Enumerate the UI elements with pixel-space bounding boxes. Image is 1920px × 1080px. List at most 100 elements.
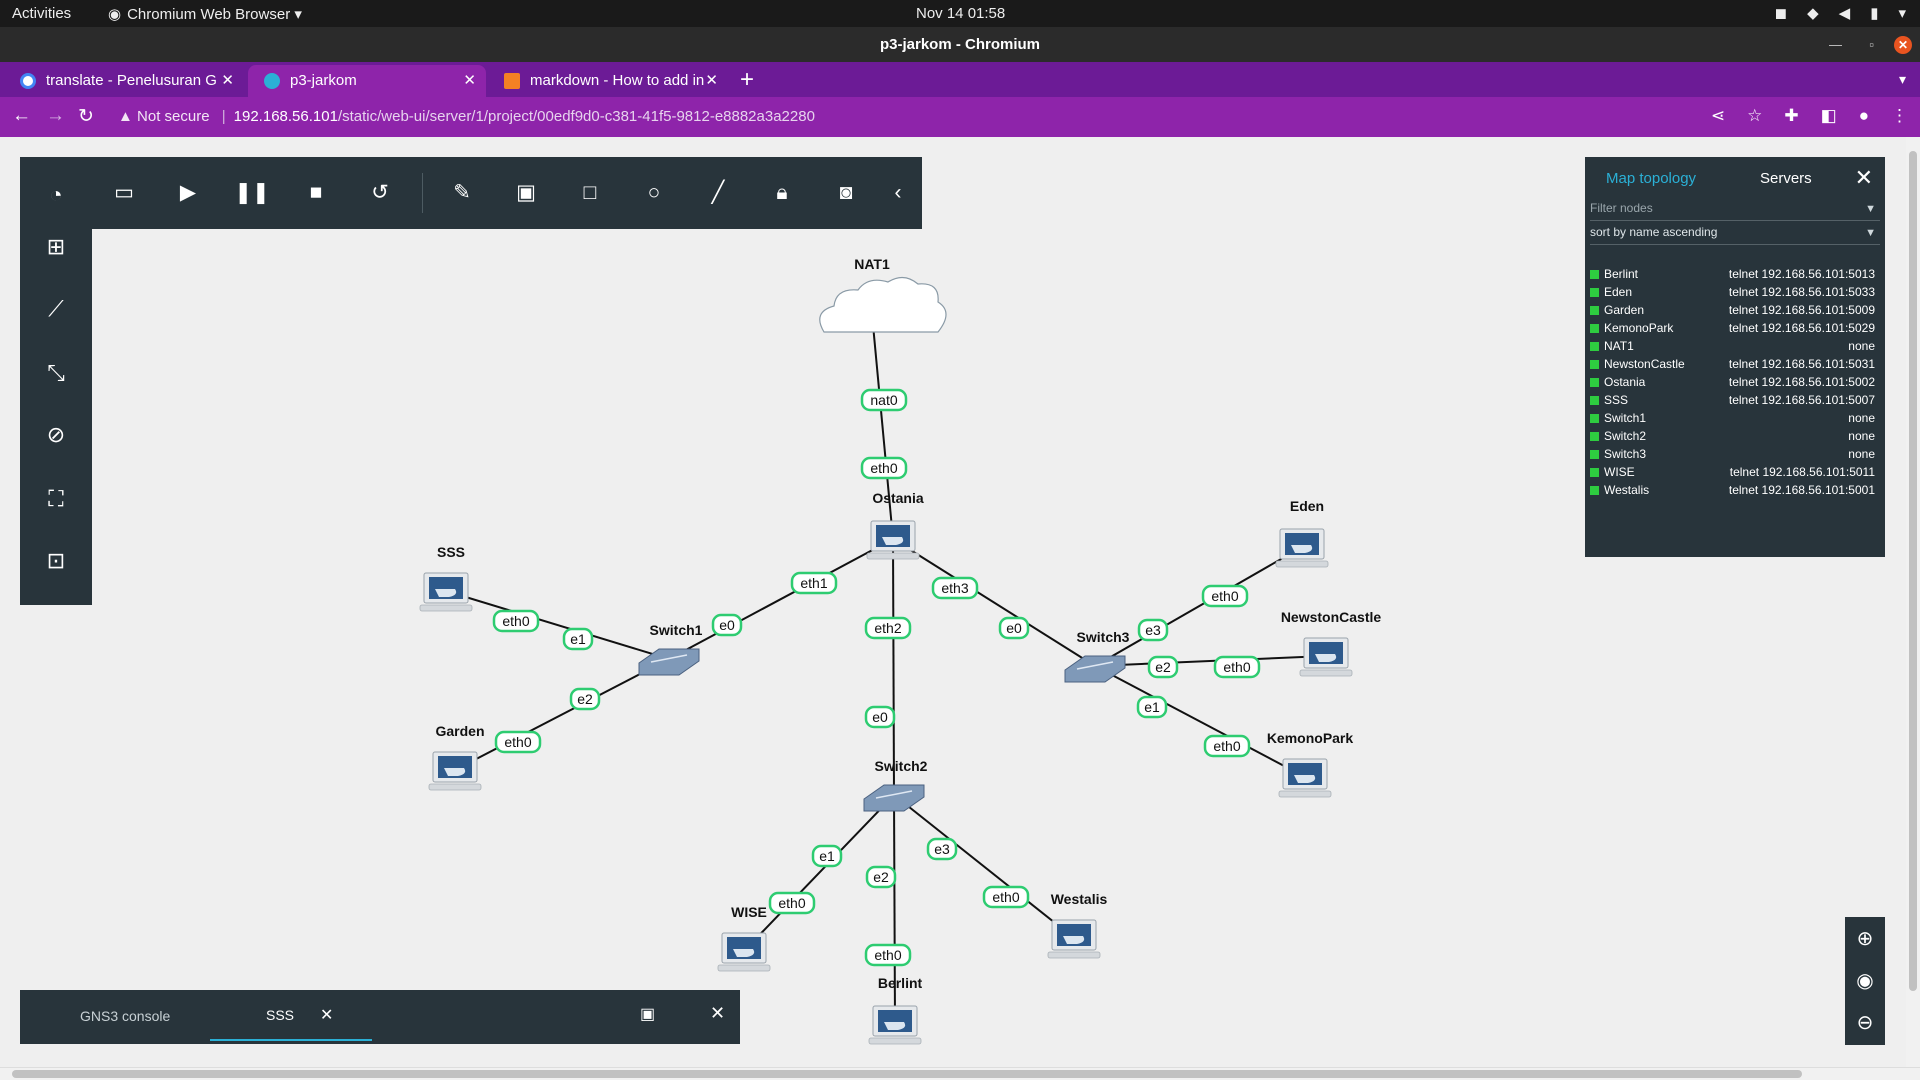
port-label[interactable]: eth0 <box>1201 584 1249 608</box>
port-label[interactable]: e1 <box>811 844 843 868</box>
node-nat1[interactable]: NAT1 <box>819 256 947 333</box>
node-newstoncastle[interactable]: NewstonCastle <box>1281 609 1382 677</box>
node-garden[interactable]: Garden <box>428 723 485 791</box>
node-list-row[interactable]: WISE telnet 192.168.56.101:5011 <box>1590 463 1880 481</box>
console-window-icon[interactable]: ▭ <box>104 173 144 213</box>
panel-close-icon[interactable]: ✕ <box>1855 165 1873 191</box>
tab-gns3-console[interactable]: GNS3 console <box>80 1008 170 1024</box>
link-newstoncastle-switch3[interactable] <box>1094 655 1327 667</box>
zoom-in-icon[interactable]: ⊕ <box>1845 919 1885 959</box>
horizontal-scrollbar[interactable] <box>0 1067 1920 1080</box>
new-tab-button[interactable]: + <box>740 62 754 97</box>
link-garden-switch1[interactable] <box>454 658 670 771</box>
tab-translate[interactable]: translate - Penelusuran G ✕ <box>4 65 244 97</box>
node-switch1[interactable]: Switch1 <box>638 622 703 676</box>
node-list-row[interactable]: KemonoPark telnet 192.168.56.101:5029 <box>1590 319 1880 337</box>
node-sss[interactable]: SSS <box>419 544 473 612</box>
port-label[interactable]: e0 <box>864 705 896 729</box>
tab-p3-jarkom[interactable]: p3-jarkom ✕ <box>248 65 486 97</box>
tab-close-icon[interactable]: ✕ <box>463 65 476 97</box>
extensions-icon[interactable]: ✚ <box>1784 106 1798 126</box>
lock-icon[interactable]: 🔒︎ <box>762 173 802 213</box>
node-list-row[interactable]: Ostania telnet 192.168.56.101:5002 <box>1590 373 1880 391</box>
tab-map-topology[interactable]: Map topology <box>1606 170 1696 187</box>
port-label[interactable]: e1 <box>562 627 594 651</box>
tab-search-button[interactable]: ▾ <box>1899 62 1906 97</box>
link-ostania-switch2[interactable] <box>892 538 895 796</box>
url-field[interactable]: ▲ Not secure | 192.168.56.101/static/web-… <box>118 108 815 125</box>
scroll-thumb[interactable] <box>12 1070 1802 1078</box>
tab-console-sss[interactable]: SSS <box>266 1007 294 1023</box>
center-view-icon[interactable]: ⊡ <box>20 541 92 581</box>
tab-close-icon[interactable]: ✕ <box>221 65 234 97</box>
node-list-row[interactable]: Switch2 none <box>1590 427 1880 445</box>
port-label[interactable]: eth0 <box>860 456 908 480</box>
port-label[interactable]: eth0 <box>982 885 1030 909</box>
close-tab-icon[interactable]: ✕ <box>320 1005 333 1025</box>
maximize-icon[interactable]: ▣ <box>640 1004 655 1024</box>
port-label[interactable]: eth0 <box>1203 734 1251 758</box>
insert-image-icon[interactable]: ▣ <box>506 173 546 213</box>
reset-zoom-icon[interactable]: ◉ <box>1845 961 1885 1001</box>
node-ostania[interactable]: Ostania <box>866 490 924 560</box>
collapse-toolbar-icon[interactable]: ‹ <box>878 173 918 213</box>
node-list-row[interactable]: NAT1 none <box>1590 337 1880 355</box>
tab-servers[interactable]: Servers <box>1760 170 1812 187</box>
bookmark-star-icon[interactable]: ☆ <box>1747 106 1762 126</box>
node-eden[interactable]: Eden <box>1275 498 1329 568</box>
node-list-row[interactable]: SSS telnet 192.168.56.101:5007 <box>1590 391 1880 409</box>
topology-canvas[interactable]: NAT1 Ostania SSS Garden Switch1 Switch2 Switch… <box>0 137 1920 1072</box>
port-label[interactable]: e0 <box>998 616 1030 640</box>
port-label[interactable]: e2 <box>569 687 601 711</box>
port-label[interactable]: eth0 <box>1213 655 1261 679</box>
tab-close-icon[interactable]: ✕ <box>705 65 718 97</box>
port-label[interactable]: eth0 <box>768 891 816 915</box>
node-berlint[interactable]: Berlint <box>868 975 923 1045</box>
line-icon[interactable]: ╱ <box>698 173 738 213</box>
stop-icon[interactable]: ■ <box>296 173 336 213</box>
ellipse-icon[interactable]: ○ <box>634 173 674 213</box>
window-close-button[interactable]: ✕ <box>1894 36 1912 54</box>
gns3-logo-icon[interactable]: ◔ <box>20 175 92 215</box>
port-label[interactable]: eth2 <box>864 616 912 640</box>
link-westalis-switch2[interactable] <box>893 794 1075 939</box>
port-label[interactable]: e2 <box>1147 655 1179 679</box>
node-wise[interactable]: WISE <box>717 904 771 972</box>
node-list-row[interactable]: Westalis telnet 192.168.56.101:5001 <box>1590 481 1880 499</box>
add-device-icon[interactable]: ⊞ <box>20 227 92 267</box>
link-kemonopark-switch3[interactable] <box>1094 665 1306 778</box>
node-switch3[interactable]: Switch3 <box>1064 629 1130 683</box>
start-icon[interactable]: ▶ <box>168 173 208 213</box>
node-list-row[interactable]: Switch1 none <box>1590 409 1880 427</box>
filter-nodes-dropdown[interactable]: Filter nodes ▼ <box>1590 201 1880 221</box>
reload-nodes-icon[interactable]: ↺ <box>360 173 400 213</box>
kebab-menu-icon[interactable]: ⋮ <box>1891 106 1908 126</box>
auto-arrange-icon[interactable]: ⊘ <box>20 415 92 455</box>
clock[interactable]: Nov 14 01:58 <box>916 5 1005 22</box>
port-label[interactable]: nat0 <box>860 388 908 412</box>
zoom-out-icon[interactable]: ⊖ <box>1845 1003 1885 1043</box>
port-label[interactable]: e3 <box>926 837 958 861</box>
node-list-row[interactable]: Berlint telnet 192.168.56.101:5013 <box>1590 265 1880 283</box>
profile-icon[interactable]: ● <box>1859 106 1869 126</box>
port-label[interactable]: eth0 <box>494 730 542 754</box>
system-tray[interactable]: ◼ ◆ ◀ ▮ ▾ <box>1775 4 1906 22</box>
maximize-button[interactable]: ▫ <box>1869 27 1874 62</box>
reload-button[interactable]: ↻ <box>78 105 94 128</box>
node-list-row[interactable]: Garden telnet 192.168.56.101:5009 <box>1590 301 1880 319</box>
node-switch2[interactable]: Switch2 <box>863 758 928 812</box>
side-panel-icon[interactable]: ◧ <box>1821 106 1837 126</box>
port-label[interactable]: eth0 <box>492 609 540 633</box>
link-ostania-switch1[interactable] <box>668 538 894 660</box>
pause-icon[interactable]: ❚❚ <box>232 173 272 213</box>
port-label[interactable]: e1 <box>1136 695 1168 719</box>
port-label[interactable]: eth3 <box>931 576 979 600</box>
forward-button[interactable]: → <box>46 105 65 127</box>
node-list-row[interactable]: Eden telnet 192.168.56.101:5033 <box>1590 283 1880 301</box>
node-list-row[interactable]: NewstonCastle telnet 192.168.56.101:5031 <box>1590 355 1880 373</box>
port-label[interactable]: eth1 <box>790 571 838 595</box>
share-icon[interactable]: ⋖ <box>1711 106 1725 126</box>
node-westalis[interactable]: Westalis <box>1047 891 1107 959</box>
port-label[interactable]: eth0 <box>864 943 912 967</box>
activities-button[interactable]: Activities <box>12 5 71 22</box>
